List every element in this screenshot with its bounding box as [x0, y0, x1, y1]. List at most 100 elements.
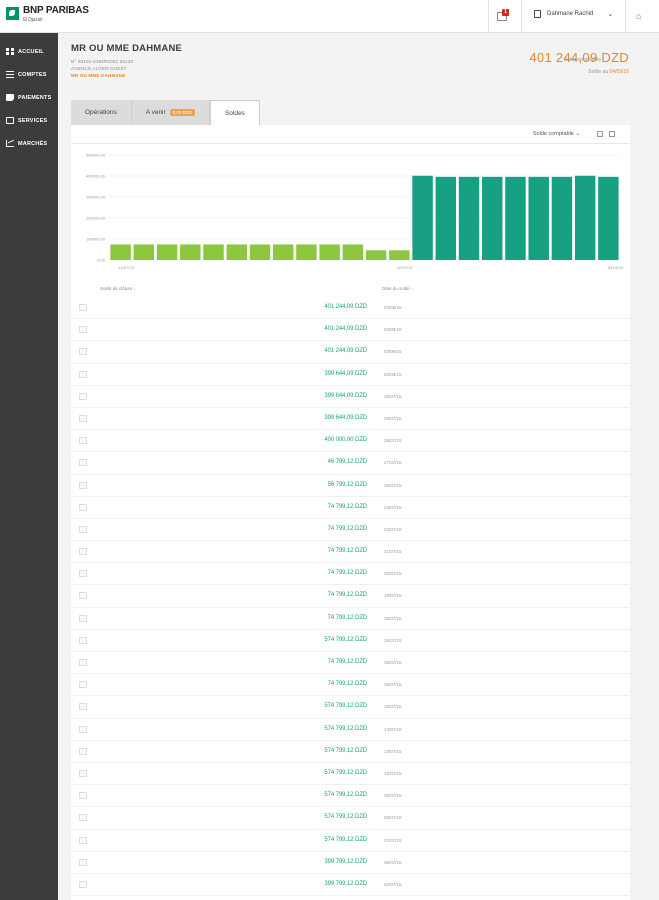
- col-header-date[interactable]: Date du solde ↓: [382, 286, 413, 291]
- row-checkbox[interactable]: [79, 459, 87, 467]
- chart-bar[interactable]: [156, 244, 178, 260]
- row-checkbox[interactable]: [79, 614, 87, 622]
- row-checkbox[interactable]: [79, 570, 87, 578]
- table-row[interactable]: 74 799,12 DZD 15/07/15: [71, 652, 630, 675]
- table-row[interactable]: 74 799,12 DZD 16/07/15: [71, 674, 630, 697]
- chart-bar[interactable]: [180, 244, 201, 260]
- row-checkbox[interactable]: [79, 792, 87, 800]
- chart-bar[interactable]: [110, 244, 131, 260]
- table-row[interactable]: 74 799,12 DZD 23/07/15: [71, 497, 630, 519]
- tab-operations[interactable]: Opérations: [71, 100, 132, 125]
- table-row[interactable]: 74 799,12 DZD 20/07/15: [71, 563, 630, 586]
- chart-bar[interactable]: [505, 176, 526, 260]
- col-header-amount[interactable]: Solde de clôture ↓: [100, 286, 136, 291]
- row-checkbox[interactable]: [79, 437, 87, 445]
- row-checkbox[interactable]: [79, 636, 87, 644]
- y-tick-label: 400000,00: [86, 174, 106, 179]
- x-tick-label: 20/07/15: [397, 265, 413, 270]
- table-row[interactable]: 399 644,09 DZD 02/08/15: [71, 364, 630, 386]
- row-checkbox[interactable]: [79, 858, 87, 866]
- chart-bar[interactable]: [528, 176, 549, 260]
- chart-bar[interactable]: [296, 244, 317, 260]
- row-checkbox[interactable]: [79, 769, 87, 777]
- row-checkbox[interactable]: [79, 304, 87, 311]
- user-menu[interactable]: Dahmane Rachid ⌄: [534, 10, 613, 18]
- sidebar-item-marches[interactable]: MARCHÉS: [0, 132, 58, 155]
- chart-bar[interactable]: [482, 176, 503, 260]
- table-row[interactable]: 399 644,09 DZD 30/07/15: [71, 386, 630, 408]
- table-row[interactable]: 399 799,12 DZD 02/07/15: [71, 874, 630, 897]
- sidebar-item-services[interactable]: SERVICES: [0, 109, 58, 132]
- table-row[interactable]: 401 244,09 DZD 04/08/15: [71, 319, 630, 342]
- table-row[interactable]: 574 799,12 DZD 09/07/15: [71, 785, 630, 808]
- chart-bar[interactable]: [272, 244, 294, 260]
- sidebar-item-accueil[interactable]: ACCUEIL: [0, 40, 58, 63]
- tab-label: Opérations: [85, 109, 117, 116]
- chart-bar[interactable]: [412, 175, 433, 260]
- bnp-logo[interactable]: BNP PARIBAS El Djazaïr: [6, 6, 89, 23]
- tab-soldes[interactable]: Soldes: [209, 100, 260, 126]
- table-row[interactable]: 46 799,12 DZD 27/07/15: [71, 452, 630, 475]
- chart-bar[interactable]: [458, 176, 480, 260]
- table-row[interactable]: 574 799,12 DZD 08/07/15: [71, 807, 630, 830]
- tab-a-venir[interactable]: A venir 0,00 DZD: [131, 100, 210, 125]
- table-row[interactable]: 574 799,12 DZD 14/07/15: [71, 719, 630, 741]
- row-checkbox[interactable]: [79, 348, 87, 356]
- table-row[interactable]: 74 799,12 DZD 16/07/15: [71, 608, 630, 630]
- row-checkbox[interactable]: [79, 525, 87, 533]
- home-icon[interactable]: ⌂: [636, 11, 641, 21]
- chart-bar[interactable]: [226, 244, 247, 260]
- row-checkbox[interactable]: [79, 814, 87, 822]
- row-checkbox[interactable]: [79, 703, 87, 711]
- chart-bar[interactable]: [342, 244, 364, 260]
- table-row[interactable]: 399 799,12 DZD 06/07/15: [71, 852, 630, 874]
- table-row[interactable]: 74 799,12 DZD 21/07/15: [71, 541, 630, 564]
- row-checkbox[interactable]: [79, 326, 87, 334]
- chart-bar[interactable]: [574, 175, 596, 260]
- chart-bar[interactable]: [389, 250, 410, 260]
- chart-bar[interactable]: [598, 176, 619, 260]
- table-row[interactable]: 399 644,09 DZD 29/07/15: [71, 408, 630, 431]
- sidebar-item-comptes[interactable]: COMPTES: [0, 63, 58, 86]
- table-row[interactable]: 574 799,12 DZD 15/07/15: [71, 630, 630, 652]
- row-checkbox[interactable]: [79, 592, 87, 600]
- row-checkbox[interactable]: [79, 503, 87, 511]
- chart-bar[interactable]: [133, 244, 155, 260]
- chart-bar[interactable]: [203, 244, 224, 260]
- row-checkbox[interactable]: [79, 414, 87, 422]
- row-date: 08/07/15: [384, 815, 402, 821]
- chart-bar[interactable]: [551, 176, 573, 260]
- notifications-button[interactable]: 1: [497, 9, 511, 23]
- table-row[interactable]: 574 799,12 DZD 07/07/15: [71, 830, 630, 852]
- table-row[interactable]: 400 000,00 DZD 28/07/15: [71, 430, 630, 453]
- row-checkbox[interactable]: [79, 836, 87, 844]
- row-checkbox[interactable]: [79, 880, 87, 888]
- sidebar-item-paiements[interactable]: PAIEMENTS: [0, 86, 58, 109]
- row-checkbox[interactable]: [79, 681, 87, 689]
- table-row[interactable]: 74 799,12 DZD 19/07/15: [71, 585, 630, 608]
- row-date: 16/07/15: [384, 615, 402, 621]
- row-checkbox[interactable]: [79, 747, 87, 755]
- row-checkbox[interactable]: [79, 370, 87, 378]
- table-row[interactable]: 56 799,12 DZD 26/07/15: [71, 475, 630, 497]
- print-icon[interactable]: [597, 131, 603, 137]
- chart-bar[interactable]: [249, 244, 271, 260]
- row-checkbox[interactable]: [79, 392, 87, 400]
- table-row[interactable]: 574 799,12 DZD 12/07/15: [71, 763, 630, 786]
- balance-type-select[interactable]: Solde comptable ⌄: [533, 131, 580, 137]
- row-checkbox[interactable]: [79, 725, 87, 733]
- chart-bar[interactable]: [435, 176, 457, 260]
- row-checkbox[interactable]: [79, 659, 87, 666]
- table-row[interactable]: 401 244,09 DZD 03/08/15: [71, 341, 630, 364]
- row-checkbox[interactable]: [79, 548, 87, 556]
- chart-bar[interactable]: [319, 244, 340, 260]
- chart-bar[interactable]: [365, 250, 387, 260]
- export-icon[interactable]: [609, 131, 615, 137]
- row-date: 20/07/15: [384, 571, 402, 577]
- table-row[interactable]: 74 799,12 DZD 22/07/15: [71, 519, 630, 542]
- brand-name: BNP PARIBAS: [23, 5, 89, 16]
- row-checkbox[interactable]: [79, 481, 87, 489]
- table-row[interactable]: 574 799,12 DZD 13/07/15: [71, 741, 630, 763]
- table-row[interactable]: 401 244,09 DZD 04/08/15: [71, 297, 630, 320]
- table-row[interactable]: 574 799,12 DZD 15/07/15: [71, 696, 630, 719]
